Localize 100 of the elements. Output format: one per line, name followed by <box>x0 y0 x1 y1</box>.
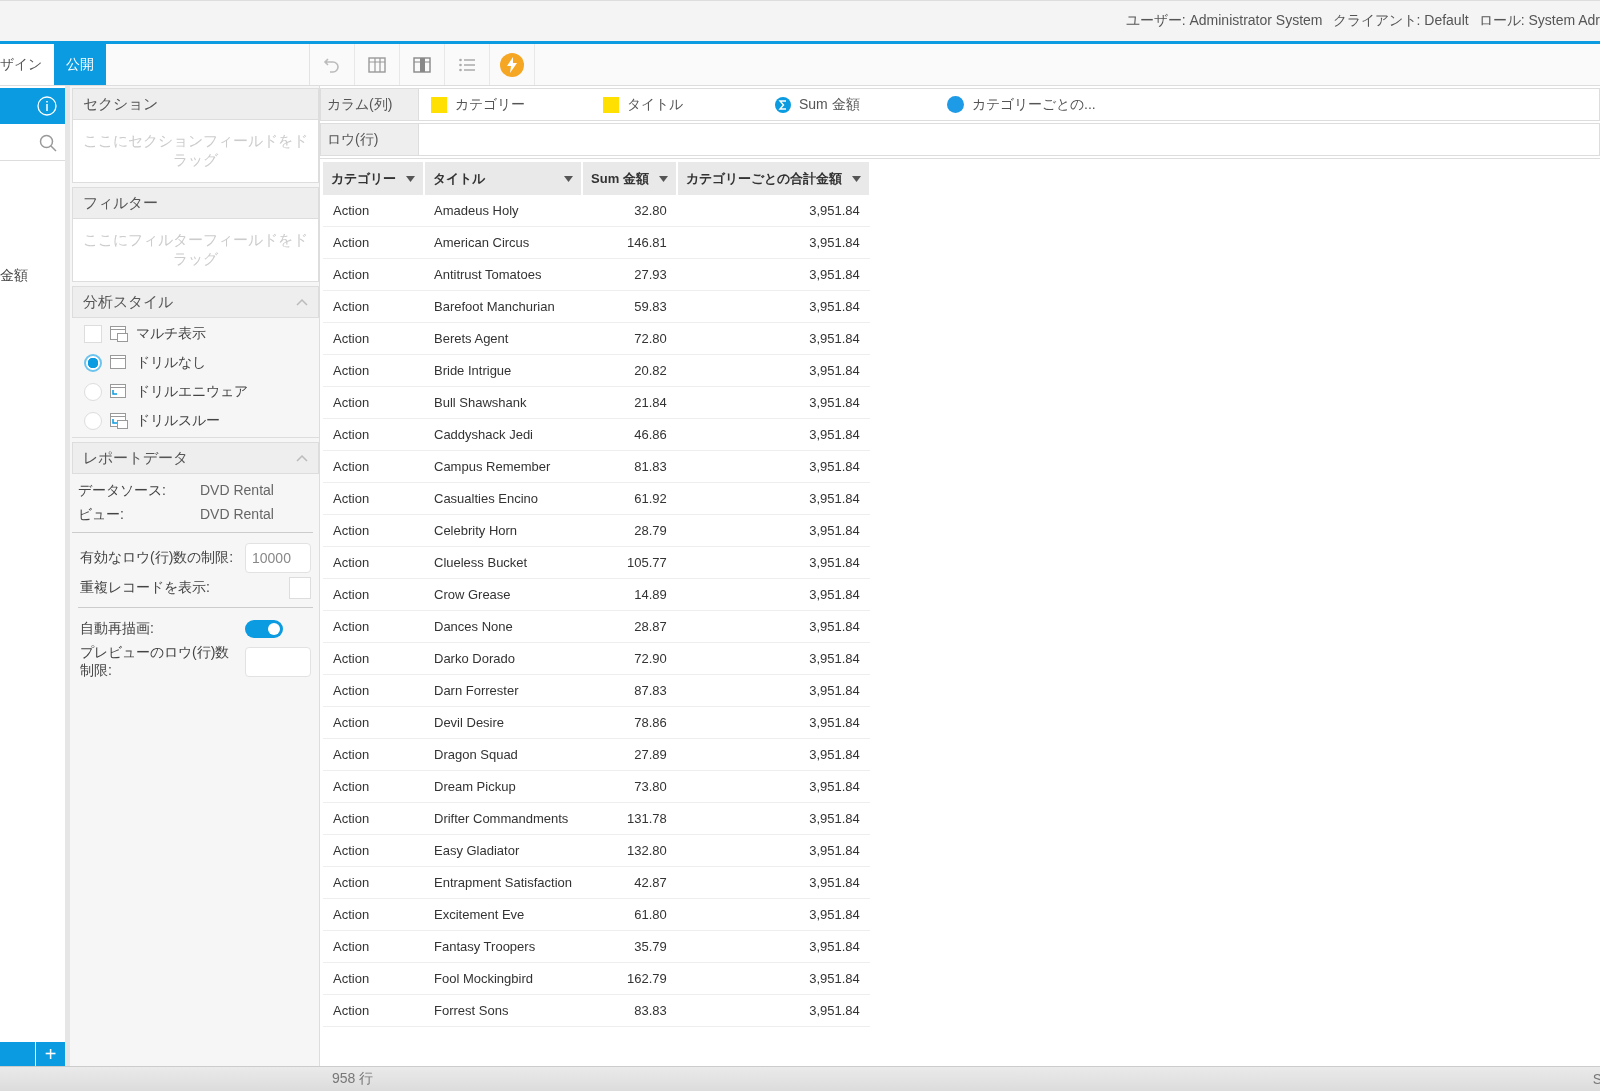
table-cell: Action <box>323 802 424 835</box>
table-cell: 3,951.84 <box>676 354 870 387</box>
table-cell: Excitement Eve <box>424 898 583 931</box>
table-cell: 146.81 <box>582 226 677 259</box>
table-cell: 3,951.84 <box>676 482 870 515</box>
table-cell: 35.79 <box>582 930 677 963</box>
preview-limit-field[interactable] <box>245 647 311 677</box>
table-cell: Dances None <box>424 610 583 643</box>
column-header[interactable]: タイトル <box>424 162 583 195</box>
field-label[interactable]: 金額 <box>0 267 65 285</box>
info-icon[interactable] <box>37 96 57 116</box>
column-header[interactable]: カテゴリー <box>323 162 424 195</box>
option-label: ドリルエニウェア <box>136 383 248 401</box>
dimension-icon <box>603 96 619 113</box>
table-cell: 3,951.84 <box>676 898 870 931</box>
search-icon[interactable] <box>39 134 57 152</box>
option-label: ドリルなし <box>136 354 206 372</box>
table-cell: 3,951.84 <box>676 195 870 227</box>
column-field[interactable]: カテゴリーごとの... <box>972 95 1096 114</box>
table-cell: Action <box>323 290 424 323</box>
table-cell: 72.80 <box>582 322 677 355</box>
table-cell: Devil Desire <box>424 706 583 739</box>
table-cell: Action <box>323 770 424 803</box>
row-limit-field[interactable]: 10000 <box>245 543 311 573</box>
checkbox[interactable] <box>84 325 102 343</box>
table-cell: Amadeus Holy <box>424 195 583 227</box>
table-cell: Action <box>323 195 424 227</box>
table-cell: 105.77 <box>582 546 677 579</box>
table-icon <box>368 55 386 74</box>
table-cell: 3,951.84 <box>676 386 870 419</box>
columns-icon <box>413 55 431 74</box>
option-label: ドリルスルー <box>136 412 220 430</box>
table-cell: 78.86 <box>582 706 677 739</box>
header-info: クライアント: Default <box>1332 12 1469 30</box>
table-cell: Entrapment Satisfaction <box>424 866 583 899</box>
tab[interactable]: ザイン <box>0 44 54 85</box>
table-cell: 21.84 <box>582 386 677 419</box>
table-cell: 3,951.84 <box>676 258 870 291</box>
table-cell: Action <box>323 962 424 995</box>
dropdown-icon[interactable] <box>406 175 415 182</box>
table-cell: Clueless Bucket <box>424 546 583 579</box>
dropdown-icon[interactable] <box>564 175 574 182</box>
table-cell: Action <box>323 706 424 739</box>
table-cell: 72.90 <box>582 642 677 675</box>
table-cell: 81.83 <box>582 450 677 483</box>
table-cell: Action <box>323 738 424 771</box>
dropdown-icon[interactable] <box>851 175 861 182</box>
table-cell: 3,951.84 <box>676 418 870 451</box>
option-label: マルチ表示 <box>136 325 206 343</box>
table-cell: 42.87 <box>582 866 677 899</box>
field-label: 自動再描画: <box>80 620 154 638</box>
column-field[interactable]: カテゴリー <box>455 95 525 114</box>
table-cell: 3,951.84 <box>676 290 870 323</box>
radio-button[interactable] <box>84 412 102 430</box>
undo-icon <box>323 55 341 74</box>
table-cell: Action <box>323 482 424 515</box>
chevron-icon[interactable] <box>296 454 308 462</box>
table-cell: 131.78 <box>582 802 677 835</box>
checkbox[interactable] <box>289 577 311 599</box>
radio-button[interactable] <box>84 383 102 401</box>
shelf-label: ロウ(行) <box>321 124 419 155</box>
table-cell: Action <box>323 898 424 931</box>
table-cell: Action <box>323 226 424 259</box>
view-icon <box>110 355 128 371</box>
column-header[interactable]: Sum 金額 <box>582 162 677 195</box>
radio-button[interactable] <box>84 354 102 372</box>
table-cell: Dream Pickup <box>424 770 583 803</box>
table-cell: 3,951.84 <box>676 674 870 707</box>
column-header[interactable]: カテゴリーごとの合計金額 <box>676 162 870 195</box>
table-cell: 27.89 <box>582 738 677 771</box>
table-cell: Action <box>323 322 424 355</box>
table-cell: 28.87 <box>582 610 677 643</box>
lightning-icon <box>500 52 524 77</box>
view-icon <box>110 384 128 400</box>
table-cell: Celebrity Horn <box>424 514 583 547</box>
table-cell: 83.83 <box>582 994 677 1027</box>
table-cell: Berets Agent <box>424 322 583 355</box>
view-icon <box>110 326 128 342</box>
column-field[interactable]: タイトル <box>627 95 683 114</box>
chevron-icon[interactable] <box>296 298 308 306</box>
table-cell: 3,951.84 <box>676 450 870 483</box>
table-cell: Action <box>323 450 424 483</box>
table-cell: Darko Dorado <box>424 642 583 675</box>
table-cell: Action <box>323 578 424 611</box>
table-cell: 27.93 <box>582 258 677 291</box>
table-cell: American Circus <box>424 226 583 259</box>
table-cell: Action <box>323 610 424 643</box>
table-cell: 3,951.84 <box>676 866 870 899</box>
table-cell: 46.86 <box>582 418 677 451</box>
dropdown-icon[interactable] <box>658 175 668 182</box>
table-cell: Fool Mockingbird <box>424 962 583 995</box>
column-field[interactable]: Sum 金額 <box>799 95 860 114</box>
table-cell: 162.79 <box>582 962 677 995</box>
panel-title: セクション <box>83 94 158 114</box>
table-cell: 3,951.84 <box>676 930 870 963</box>
table-cell: Barefoot Manchurian <box>424 290 583 323</box>
table-cell: Fantasy Troopers <box>424 930 583 963</box>
table-cell: Action <box>323 546 424 579</box>
panel-title: レポートデータ <box>83 448 188 468</box>
toggle-switch[interactable] <box>245 620 283 638</box>
